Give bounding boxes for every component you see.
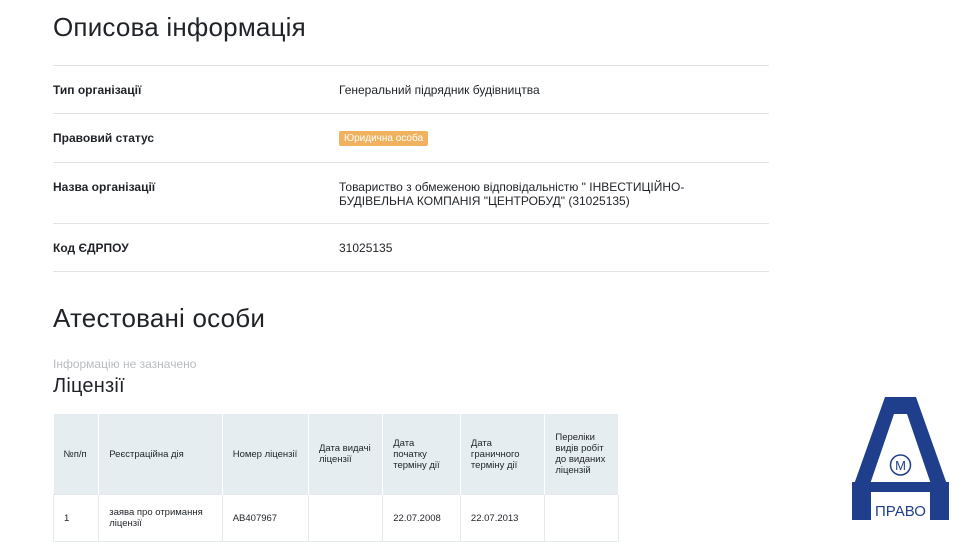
logo-circle-letter: М xyxy=(895,458,906,473)
cell-action: заява про отримання ліцензії xyxy=(98,494,223,542)
cell-num: 1 xyxy=(52,494,100,542)
cell-works xyxy=(544,494,619,542)
table-row: 1 заява про отримання ліцензії АВ407967 … xyxy=(52,494,619,542)
cell-end-date: 22.07.2013 xyxy=(459,494,546,542)
licenses-header-row: №п/п Реєстраційна дія Номер ліцензії Дат… xyxy=(53,414,619,495)
description-title: Описова інформація xyxy=(53,12,306,42)
licenses-title: Ліцензії xyxy=(53,375,125,397)
col-works: Переліки видів робіт до виданих ліцензій xyxy=(544,414,619,495)
org-name-label: Назва організації xyxy=(53,180,156,194)
am-pravo-logo: М ПРАВО xyxy=(852,394,949,520)
info-row-status: Правовий статус Юридична особа xyxy=(53,113,769,162)
cell-start-date: 22.07.2008 xyxy=(382,494,461,542)
info-row-name: Назва організації Товариство з обмеженою… xyxy=(53,162,769,223)
col-issue-date: Дата видачі ліцензії xyxy=(308,414,384,495)
col-action: Реєстраційна дія xyxy=(98,414,223,495)
legal-status-label: Правовий статус xyxy=(53,131,155,145)
cell-number: АВ407967 xyxy=(221,494,309,542)
logo-icon: М ПРАВО xyxy=(852,397,949,520)
licenses-table: №п/п Реєстраційна дія Номер ліцензії Дат… xyxy=(52,414,619,542)
description-table: Тип організації Генеральний підрядник бу… xyxy=(53,65,769,272)
edrpou-label: Код ЄДРПОУ xyxy=(53,241,129,255)
org-type-value: Генеральний підрядник будівництва xyxy=(339,83,540,97)
logo-caption: ПРАВО xyxy=(875,503,926,520)
col-start-date: Дата початку терміну дії xyxy=(382,414,461,495)
info-row-type: Тип організації Генеральний підрядник бу… xyxy=(53,65,769,113)
legal-status-badge: Юридична особа xyxy=(339,131,429,146)
org-name-value: Товариство з обмеженою відповідальністю … xyxy=(339,180,685,208)
org-type-label: Тип організації xyxy=(53,83,142,97)
col-end-date: Дата граничного терміну дії xyxy=(460,414,546,495)
cell-issue-date xyxy=(307,494,384,542)
info-row-code: Код ЄДРПОУ 31025135 xyxy=(53,223,769,272)
col-num: №п/п xyxy=(53,414,100,495)
certified-title: Атестовані особи xyxy=(53,303,266,333)
col-number: Номер ліцензії xyxy=(222,414,309,495)
edrpou-value: 31025135 xyxy=(339,241,393,255)
certified-empty-text: Інформацію не зазначено xyxy=(53,357,197,371)
